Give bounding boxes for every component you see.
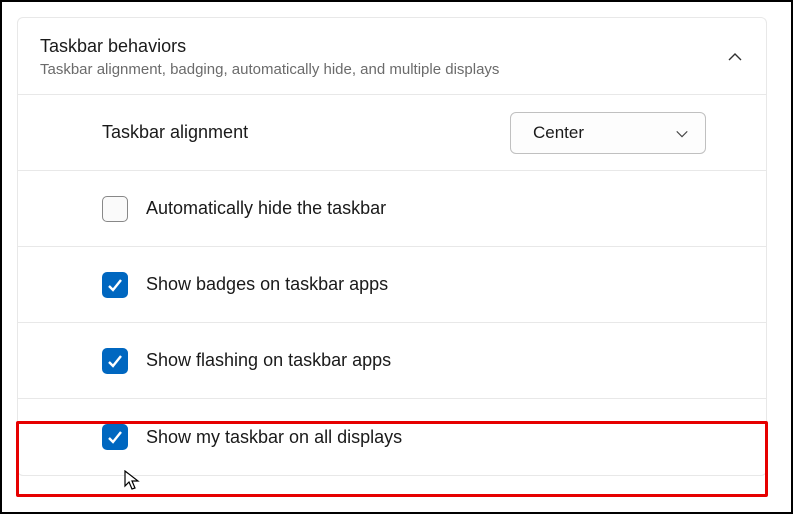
chevron-up-icon xyxy=(726,48,744,66)
show-flashing-label: Show flashing on taskbar apps xyxy=(146,350,391,371)
taskbar-alignment-row: Taskbar alignment Center xyxy=(18,95,766,171)
panel-subtitle: Taskbar alignment, badging, automaticall… xyxy=(40,61,726,78)
show-all-displays-checkbox[interactable] xyxy=(102,424,128,450)
taskbar-behaviors-header[interactable]: Taskbar behaviors Taskbar alignment, bad… xyxy=(18,18,766,95)
chevron-down-icon xyxy=(675,126,689,140)
show-flashing-row: Show flashing on taskbar apps xyxy=(18,323,766,399)
taskbar-behaviors-panel: Taskbar behaviors Taskbar alignment, bad… xyxy=(17,17,767,476)
taskbar-alignment-select[interactable]: Center xyxy=(510,112,706,154)
panel-title: Taskbar behaviors xyxy=(40,36,726,57)
taskbar-alignment-label: Taskbar alignment xyxy=(102,122,248,143)
show-badges-checkbox[interactable] xyxy=(102,272,128,298)
auto-hide-label: Automatically hide the taskbar xyxy=(146,198,386,219)
show-badges-row: Show badges on taskbar apps xyxy=(18,247,766,323)
show-all-displays-row: Show my taskbar on all displays xyxy=(18,399,766,475)
show-badges-label: Show badges on taskbar apps xyxy=(146,274,388,295)
auto-hide-row: Automatically hide the taskbar xyxy=(18,171,766,247)
show-all-displays-label: Show my taskbar on all displays xyxy=(146,427,402,448)
taskbar-alignment-value: Center xyxy=(533,123,584,143)
auto-hide-checkbox[interactable] xyxy=(102,196,128,222)
show-flashing-checkbox[interactable] xyxy=(102,348,128,374)
